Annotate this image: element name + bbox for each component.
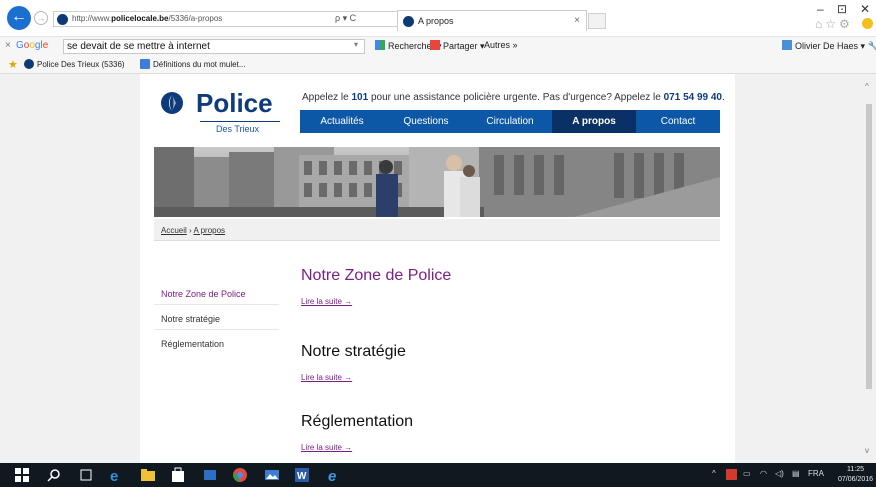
scroll-down-icon[interactable]: v [865, 446, 869, 455]
favorites-bar: ★ Police Des Trieux (5336) Définitions d… [0, 55, 876, 74]
address-url: http://www.policelocale.be/5336/a-propos [72, 14, 223, 23]
address-bar[interactable]: http://www.policelocale.be/5336/a-propos… [53, 11, 400, 27]
read-more-link[interactable]: Lire la suite → [301, 297, 451, 306]
maximize-button[interactable]: ⊡ [837, 2, 847, 16]
wrench-icon[interactable]: 🔧 [868, 41, 876, 51]
user-account[interactable]: Olivier De Haes ▾ 🔧 [782, 40, 876, 52]
google-toolbar: × Google se devait de se mettre à intern… [0, 36, 876, 55]
home-favorites-settings-icons[interactable]: ⌂☆⚙ [815, 17, 853, 31]
language-indicator[interactable]: FRA [808, 469, 824, 478]
sidebar-item-strategie[interactable]: Notre stratégie [154, 305, 279, 330]
browser-titlebar: ← → http://www.policelocale.be/5336/a-pr… [0, 0, 876, 36]
store-icon[interactable] [170, 467, 186, 483]
section-strategie: Notre stratégie Lire la suite → [301, 343, 406, 382]
favorite-definitions[interactable]: Définitions du mot mulet... [140, 59, 245, 69]
new-tab-button[interactable] [588, 13, 606, 29]
antivirus-icon[interactable] [726, 469, 737, 480]
search-icon [375, 40, 385, 50]
nav-circulation[interactable]: Circulation [468, 110, 552, 133]
section-zone: Notre Zone de Police Lire la suite → [301, 267, 451, 306]
scroll-up-icon[interactable]: ^ [865, 82, 869, 91]
avatar-icon [782, 40, 792, 50]
search-icon[interactable] [46, 467, 62, 483]
tray-overflow-icon[interactable]: ^ [712, 469, 716, 478]
edge-icon[interactable]: e [108, 467, 124, 483]
section-reglementation: Réglementation Lire la suite → [301, 413, 413, 452]
sidebar-item-zone[interactable]: Notre Zone de Police [154, 280, 279, 305]
svg-text:e: e [110, 468, 118, 483]
definitions-favicon-icon [140, 59, 150, 69]
nav-actualites[interactable]: Actualités [300, 110, 384, 133]
network-icon[interactable]: ▭ [743, 469, 751, 478]
address-tools[interactable]: ρ ▾ C [335, 13, 356, 24]
more-button[interactable]: Autres » [484, 40, 518, 50]
volume-icon[interactable]: ◁) [775, 469, 784, 478]
google-search-input[interactable]: se devait de se mettre à internet [63, 39, 365, 54]
police-favicon-icon [24, 59, 34, 69]
task-view-icon[interactable] [78, 467, 94, 483]
chrome-icon[interactable] [232, 467, 248, 483]
close-window-button[interactable]: ✕ [860, 2, 870, 16]
tab-title: A propos [418, 16, 454, 26]
breadcrumb-home-link[interactable]: Accueil [161, 226, 187, 235]
system-clock[interactable]: 11:25 07/06/2016 [838, 465, 873, 485]
windows-taskbar: e W e ^ ▭ ◠ ◁) ▤ FRA 11:25 07/06/2016 [0, 463, 876, 487]
word-icon[interactable]: W [294, 467, 310, 483]
svg-text:e: e [328, 468, 336, 483]
emergency-notice: Appelez le 101 pour une assistance polic… [302, 92, 725, 103]
site-favicon-icon [57, 14, 68, 25]
page-viewport: Police Des Trieux Appelez le 101 pour un… [0, 74, 876, 463]
svg-text:W: W [297, 471, 307, 482]
tab-favicon-icon [403, 16, 414, 27]
wifi-icon[interactable]: ◠ [760, 469, 767, 478]
nav-questions[interactable]: Questions [384, 110, 468, 133]
internet-explorer-icon[interactable]: e [326, 467, 342, 483]
banner-image [154, 147, 720, 217]
sidebar-nav: Notre Zone de Police Notre stratégie Rég… [154, 280, 279, 355]
tab-close-icon[interactable]: × [574, 15, 580, 26]
logo-subtitle: Des Trieux [216, 124, 260, 134]
close-toolbar-icon[interactable]: × [5, 40, 11, 51]
section-title[interactable]: Notre stratégie [301, 343, 406, 361]
photos-icon[interactable] [264, 467, 280, 483]
section-title[interactable]: Réglementation [301, 413, 413, 431]
feedback-smiley-icon[interactable] [862, 18, 873, 29]
google-logo: Google [16, 40, 49, 51]
clock-date: 07/06/2016 [838, 476, 874, 483]
clock-time: 11:25 [847, 466, 865, 473]
nav-contact[interactable]: Contact [636, 110, 720, 133]
message-icon[interactable]: ▤ [792, 469, 800, 478]
forward-button[interactable]: → [34, 11, 48, 25]
media-icon[interactable] [202, 467, 218, 483]
tab-a-propos[interactable]: A propos × [397, 10, 587, 31]
share-icon [430, 40, 440, 50]
minimize-button[interactable]: – [817, 2, 824, 16]
logo-text: Police [196, 88, 273, 118]
police-logo-icon [161, 92, 183, 114]
section-title[interactable]: Notre Zone de Police [301, 267, 451, 285]
search-dropdown-icon[interactable]: ▾ [354, 40, 358, 49]
read-more-link[interactable]: Lire la suite → [301, 373, 406, 382]
logo-divider [200, 121, 280, 122]
page-content: Police Des Trieux Appelez le 101 pour un… [140, 74, 735, 463]
breadcrumb-current-link[interactable]: A propos [193, 226, 225, 235]
main-navigation: Actualités Questions Circulation A propo… [300, 110, 720, 133]
nav-a-propos[interactable]: A propos [552, 110, 636, 133]
vertical-scrollbar[interactable]: ^ v [862, 74, 876, 463]
share-button[interactable]: Partager ▾ [430, 40, 485, 52]
scroll-thumb[interactable] [866, 104, 872, 389]
favorite-police[interactable]: Police Des Trieux (5336) [24, 59, 125, 69]
breadcrumb: Accueil › A propos [154, 219, 720, 241]
windows-start-icon[interactable] [14, 467, 30, 483]
favorites-star-icon[interactable]: ★ [8, 58, 18, 71]
sidebar-item-reglementation[interactable]: Réglementation [154, 330, 279, 355]
file-explorer-icon[interactable] [140, 467, 156, 483]
read-more-link[interactable]: Lire la suite → [301, 443, 413, 452]
back-button[interactable]: ← [7, 6, 31, 30]
